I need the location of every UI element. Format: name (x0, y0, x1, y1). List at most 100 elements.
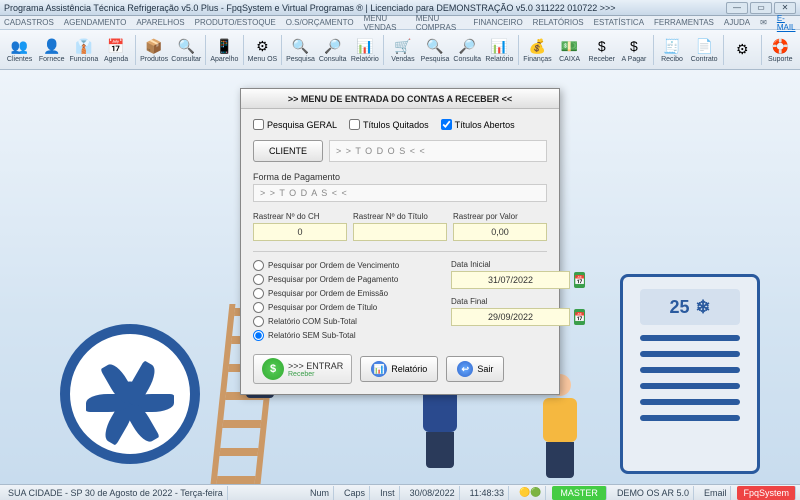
chk-label: Títulos Quitados (363, 120, 429, 130)
track-valor-input[interactable] (453, 223, 547, 241)
cliente-value[interactable]: > > T O D O S < < (329, 140, 547, 162)
menu-email[interactable]: E-MAIL (777, 14, 796, 32)
radio-ordem-pagamento[interactable] (253, 274, 264, 285)
toolbar-finanças[interactable]: 💰Finanças (522, 32, 553, 68)
toolbar-icon: 📊 (355, 36, 375, 56)
toolbar-suporte[interactable]: 🛟Suporte (765, 32, 796, 68)
toolbar-icon: 🔍 (291, 36, 311, 56)
calendar-icon[interactable]: 📅 (574, 272, 585, 288)
toolbar-menu os[interactable]: ⚙Menu OS (247, 32, 278, 68)
toolbar-a pagar[interactable]: $A Pagar (618, 32, 649, 68)
menu-item[interactable]: ESTATÍSTICA (594, 18, 644, 27)
status-email[interactable]: Email (700, 486, 732, 500)
toolbar-pesquisa[interactable]: 🔍Pesquisa (285, 32, 316, 68)
maximize-button[interactable]: ▭ (750, 2, 772, 14)
relatorio-button[interactable]: 📊Relatório (360, 356, 438, 382)
toolbar-icon: ⚙ (732, 40, 752, 60)
window-title: Programa Assistência Técnica Refrigeraçã… (4, 3, 726, 13)
toolbar-icon: 🔎 (323, 36, 343, 56)
track-titulo-input[interactable] (353, 223, 447, 241)
toolbar-icon: 🧾 (662, 36, 682, 56)
track-ch-input[interactable] (253, 223, 347, 241)
toolbar-funciona[interactable]: 👔Funciona (68, 32, 99, 68)
toolbar-contrato[interactable]: 📄Contrato (689, 32, 720, 68)
toolbar-consultar[interactable]: 🔍Consultar (171, 32, 202, 68)
toolbar-produtos[interactable]: 📦Produtos (139, 32, 170, 68)
sair-button[interactable]: ↩Sair (446, 356, 504, 382)
toolbar-vendas[interactable]: 🛒Vendas (387, 32, 418, 68)
fan-illustration (60, 324, 200, 464)
close-button[interactable]: ✕ (774, 2, 796, 14)
dialog-title: >> MENU DE ENTRADA DO CONTAS A RECEBER <… (241, 89, 559, 109)
toolbar-icon: 📊 (489, 36, 509, 56)
toolbar-caixa[interactable]: 💵CAIXA (554, 32, 585, 68)
cliente-button[interactable]: CLIENTE (253, 140, 323, 162)
data-final-input[interactable] (451, 308, 570, 326)
toolbar-consulta[interactable]: 🔎Consulta (452, 32, 483, 68)
chk-titulos-quitados[interactable] (349, 119, 360, 130)
toolbar-icon: $ (592, 36, 612, 56)
menu-item[interactable]: MENU VENDAS (364, 14, 406, 32)
radio-ordem-titulo[interactable] (253, 302, 264, 313)
menu-item[interactable]: AGENDAMENTO (64, 18, 127, 27)
email-icon: ✉ (760, 18, 767, 27)
toolbar-clientes[interactable]: 👥Clientes (4, 32, 35, 68)
toolbar-fornece[interactable]: 👤Fornece (36, 32, 67, 68)
status-inst: Inst (376, 486, 400, 500)
chk-pesquisa-geral[interactable] (253, 119, 264, 130)
toolbar-consulta[interactable]: 🔎Consulta (317, 32, 348, 68)
radio-com-subtotal[interactable] (253, 316, 264, 327)
status-city: SUA CIDADE - SP 30 de Agosto de 2022 - T… (4, 486, 228, 500)
radio-sem-subtotal[interactable] (253, 330, 264, 341)
radio-ordem-emissao[interactable] (253, 288, 264, 299)
status-time: 11:48:33 (466, 486, 509, 500)
toolbar-icon: $ (624, 36, 644, 56)
status-demo: DEMO OS AR 5.0 (613, 486, 694, 500)
report-icon: 📊 (371, 361, 387, 377)
toolbar-receber[interactable]: $Receber (586, 32, 617, 68)
toolbar-pesquisa[interactable]: 🔍Pesquisa (419, 32, 450, 68)
toolbar-icon: 🔍 (425, 36, 445, 56)
toolbar-relatório[interactable]: 📊Relatório (484, 32, 515, 68)
status-num: Num (306, 486, 334, 500)
menu-item[interactable]: FINANCEIRO (473, 18, 522, 27)
forma-pagamento-value[interactable]: > > T O D A S < < (253, 184, 547, 202)
toolbar-icon: 👔 (74, 36, 94, 56)
toolbar-icon: 🛟 (770, 36, 790, 56)
menu-item[interactable]: CADASTROS (4, 18, 54, 27)
track-ch-label: Rastrear Nº do CH (253, 212, 347, 221)
menu-item[interactable]: PRODUTO/ESTOQUE (195, 18, 276, 27)
menubar: CADASTROS AGENDAMENTO APARELHOS PRODUTO/… (0, 16, 800, 30)
status-indicator: 🟡🟢 (515, 486, 546, 500)
toolbar-btn[interactable]: ⚙ (727, 32, 758, 68)
menu-item[interactable]: FERRAMENTAS (654, 18, 714, 27)
menu-item[interactable]: APARELHOS (136, 18, 184, 27)
menu-item[interactable]: AJUDA (724, 18, 750, 27)
minimize-button[interactable]: — (726, 2, 748, 14)
exit-icon: ↩ (457, 361, 473, 377)
calendar-icon[interactable]: 📅 (574, 309, 585, 325)
toolbar-recibo[interactable]: 🧾Recibo (656, 32, 687, 68)
menu-item[interactable]: O.S/ORÇAMENTO (286, 18, 354, 27)
toolbar-icon: 👥 (10, 36, 30, 56)
window-buttons: — ▭ ✕ (726, 2, 796, 14)
chk-titulos-abertos[interactable] (441, 119, 452, 130)
toolbar-aparelho[interactable]: 📱Aparelho (209, 32, 240, 68)
chk-label: Pesquisa GERAL (267, 120, 337, 130)
status-master: MASTER (552, 486, 607, 500)
search-order-radios: Pesquisar por Ordem de Vencimento Pesqui… (253, 260, 441, 344)
ac-temp: 25 (669, 297, 689, 318)
toolbar-icon: 👤 (42, 36, 62, 56)
toolbar-agenda[interactable]: 📅Agenda (100, 32, 131, 68)
toolbar-relatório[interactable]: 📊Relatório (349, 32, 380, 68)
toolbar-icon: 📦 (144, 36, 164, 56)
data-inicial-input[interactable] (451, 271, 570, 289)
status-caps: Caps (340, 486, 370, 500)
entrar-button[interactable]: $ >>> ENTRARReceber (253, 354, 352, 384)
toolbar-icon: 🔍 (176, 36, 196, 56)
menu-item[interactable]: RELATÓRIOS (533, 18, 584, 27)
radio-ordem-vencimento[interactable] (253, 260, 264, 271)
status-fpq[interactable]: FpqSystem (737, 486, 796, 500)
menu-item[interactable]: MENU COMPRAS (416, 14, 464, 32)
ac-unit-illustration: 25❄ (620, 274, 760, 474)
